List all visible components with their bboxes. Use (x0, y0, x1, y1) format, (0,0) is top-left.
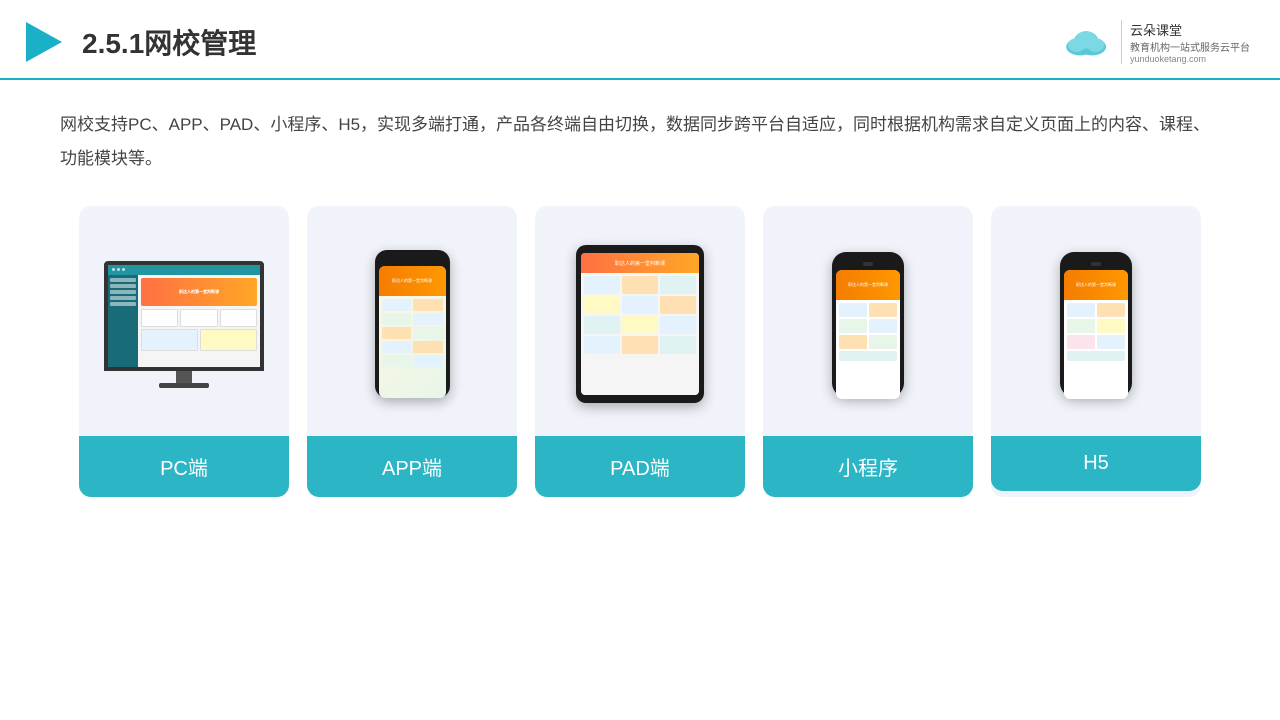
header: 2.5.1网校管理 云朵课堂 教育机构一站式服务云平台 yunduoketang… (0, 0, 1280, 80)
app-card: 职达人的第一堂判断课 (307, 206, 517, 497)
miniapp-label: 小程序 (763, 436, 973, 497)
tablet-body: 职达人的第一堂判断课 (576, 245, 704, 403)
page-title: 2.5.1网校管理 (82, 22, 256, 62)
app-mockup: 职达人的第一堂判断课 (319, 224, 505, 424)
logo-sub-text: 教育机构一站式服务云平台 (1130, 39, 1250, 54)
logo-area: 云朵课堂 教育机构一站式服务云平台 yunduoketang.com (1061, 20, 1250, 64)
pc-monitor: 职达人的第一堂判断课 (104, 261, 264, 388)
main-content: 网校支持PC、APP、PAD、小程序、H5，实现多端打通，产品各终端自由切换，数… (0, 80, 1280, 517)
logo-url-text: yunduoketang.com (1130, 54, 1206, 64)
pc-card: 职达人的第一堂判断课 (79, 206, 289, 497)
h5-card: 职达人的第一堂判断课 (991, 206, 1201, 497)
phone-body: 职达人的第一堂判断课 (375, 250, 450, 398)
pad-label: PAD端 (535, 436, 745, 497)
monitor-screen: 职达人的第一堂判断课 (104, 261, 264, 371)
phone-mockup-mini: 职达人的第一堂判断课 (832, 252, 904, 397)
device-cards-row: 职达人的第一堂判断课 (60, 206, 1220, 497)
description-text: 网校支持PC、APP、PAD、小程序、H5，实现多端打通，产品各终端自由切换，数… (60, 108, 1220, 176)
phone-h5-body: 职达人的第一堂判断课 (1060, 252, 1132, 397)
h5-label: H5 (991, 436, 1201, 491)
phone-mini-body: 职达人的第一堂判断课 (832, 252, 904, 397)
play-icon (20, 18, 68, 66)
pc-mockup: 职达人的第一堂判断课 (91, 224, 277, 424)
logo-main-text: 云朵课堂 (1130, 20, 1182, 39)
app-label: APP端 (307, 436, 517, 497)
pad-mockup: 职达人的第一堂判断课 (547, 224, 733, 424)
h5-mockup: 职达人的第一堂判断课 (1003, 224, 1189, 424)
pad-card: 职达人的第一堂判断课 (535, 206, 745, 497)
phone-mockup-app: 职达人的第一堂判断课 (375, 250, 450, 398)
miniapp-card: 职达人的第一堂判断课 (763, 206, 973, 497)
logo-text-block: 云朵课堂 教育机构一站式服务云平台 yunduoketang.com (1121, 20, 1250, 64)
logo-icon (1061, 22, 1113, 62)
phone-mockup-h5: 职达人的第一堂判断课 (1060, 252, 1132, 397)
header-left: 2.5.1网校管理 (20, 18, 256, 66)
miniapp-mockup: 职达人的第一堂判断课 (775, 224, 961, 424)
pc-label: PC端 (79, 436, 289, 497)
